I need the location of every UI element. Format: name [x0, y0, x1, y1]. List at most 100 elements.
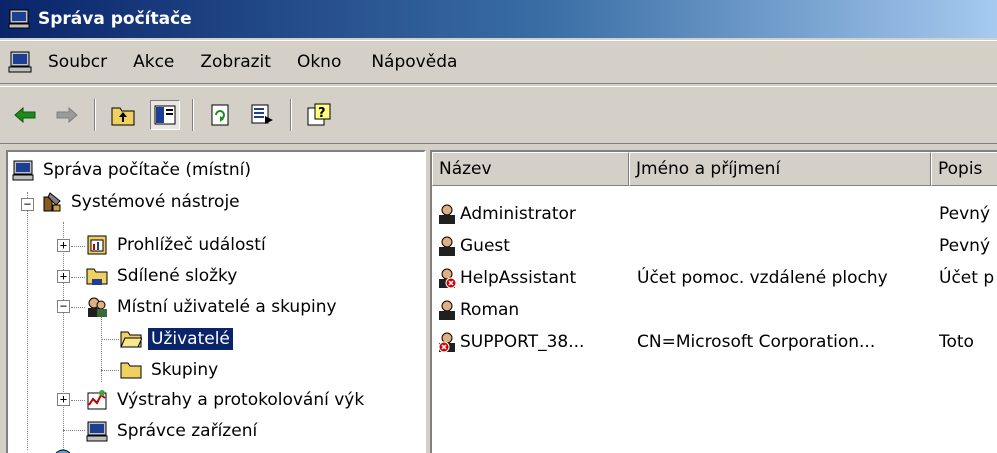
toolbar-separator: [94, 99, 96, 131]
expand-toggle[interactable]: +: [57, 270, 70, 283]
user-name: SUPPORT_38...: [460, 332, 585, 352]
user-description: Pevný: [939, 236, 990, 256]
tree-item-system-tools[interactable]: Systémové nástroje: [40, 187, 243, 217]
table-row[interactable]: Guest Pevný: [432, 230, 997, 262]
tree-label: Sdílené složky: [117, 266, 238, 286]
tree-connector: [71, 246, 85, 247]
user-description: Toto: [939, 332, 974, 352]
tree-connector: [101, 339, 119, 340]
table-row[interactable]: HelpAssistant Účet pomoc. vzdálené ploch…: [432, 262, 997, 294]
show-hide-tree-button[interactable]: [150, 100, 180, 130]
computer-icon: [12, 160, 34, 181]
tree-connector: [71, 277, 85, 278]
refresh-button[interactable]: [206, 100, 236, 130]
collapse-toggle[interactable]: −: [57, 300, 70, 313]
forward-arrow-icon: [56, 106, 78, 124]
tree-connector: [101, 312, 102, 382]
title-bar: Správa počítače: [0, 0, 997, 38]
user-name: Guest: [460, 236, 510, 256]
tree-item-device-manager[interactable]: Správce zařízení: [86, 416, 260, 446]
computer-management-icon: [8, 9, 30, 29]
tree-connector: [71, 307, 85, 308]
tree-connector: [101, 370, 119, 371]
column-header-description[interactable]: Popis: [931, 152, 997, 186]
tree-label: Systémové nástroje: [71, 192, 240, 212]
column-header-name[interactable]: Název: [432, 152, 629, 186]
open-folder-icon: [120, 331, 142, 348]
back-arrow-icon: [14, 106, 36, 124]
menu-file[interactable]: Soubcr: [46, 50, 109, 74]
users-list[interactable]: Název Jméno a příjmení Popis Administrat…: [430, 150, 997, 453]
column-header-label: Popis: [938, 159, 983, 179]
user-full-name: Účet pomoc. vzdálené plochy: [637, 268, 888, 288]
toolbar-separator: [192, 99, 194, 131]
tree-label: Prohlížeč událostí: [117, 235, 266, 255]
tree-label: Správce zařízení: [117, 421, 258, 441]
column-header-label: Název: [439, 159, 492, 179]
tree-item-groups[interactable]: Skupiny: [120, 355, 221, 385]
table-row[interactable]: Roman: [432, 294, 997, 326]
user-name: Roman: [460, 300, 520, 320]
menu-help[interactable]: Nápověda: [369, 50, 459, 74]
expand-toggle[interactable]: +: [57, 393, 70, 406]
user-icon: [439, 300, 455, 320]
column-header-label: Jméno a příjmení: [636, 159, 781, 179]
tree-connector: [71, 400, 85, 401]
tree-connector: [63, 430, 85, 431]
collapse-toggle[interactable]: −: [21, 198, 34, 211]
forward-button[interactable]: [52, 100, 82, 130]
disabled-user-icon: [439, 268, 457, 289]
tree-item-partial[interactable]: [52, 444, 80, 453]
folder-icon: [120, 362, 142, 379]
toolbar: ?: [0, 86, 997, 144]
console-tree[interactable]: Správa počítače (místní) − Systémové nás…: [6, 150, 426, 453]
column-header-full-name[interactable]: Jméno a příjmení: [629, 152, 931, 186]
export-list-button[interactable]: [248, 100, 278, 130]
menu-window[interactable]: Okno: [295, 50, 343, 74]
tree-item-users[interactable]: Uživatelé: [120, 324, 234, 354]
tree-connector: [63, 222, 64, 452]
shared-folder-icon: [86, 268, 108, 285]
user-full-name: CN=Microsoft Corporation...: [637, 332, 876, 352]
tree-item-performance-logs[interactable]: Výstrahy a protokolování výk: [86, 385, 367, 415]
users-groups-icon: [88, 297, 107, 317]
user-description: Účet p: [939, 268, 995, 288]
tree-label: Místní uživatelé a skupiny: [117, 297, 337, 317]
up-folder-icon: [111, 107, 135, 126]
device-manager-icon: [86, 421, 108, 442]
tree-item-computer-management[interactable]: Správa počítače (místní): [12, 155, 254, 185]
show-tree-icon: [154, 105, 176, 125]
table-row[interactable]: Administrator Pevný: [432, 198, 997, 230]
tree-item-event-viewer[interactable]: Prohlížeč událostí: [86, 230, 269, 260]
tree-connector: [27, 192, 28, 450]
user-name: Administrator: [460, 204, 576, 224]
tree-label: Uživatelé: [147, 327, 234, 351]
menu-action[interactable]: Akce: [131, 50, 176, 74]
up-one-level-button[interactable]: [108, 100, 138, 130]
disabled-user-icon: [438, 332, 455, 353]
help-icon: ?: [307, 103, 331, 126]
menu-bar: Soubcr Akce Zobrazit Okno Nápověda: [0, 40, 997, 84]
refresh-icon: [211, 104, 229, 126]
toolbar-separator: [290, 99, 292, 131]
user-icon: [439, 204, 455, 224]
back-button[interactable]: [10, 100, 40, 130]
user-icon: [439, 236, 455, 256]
tree-item-local-users-groups[interactable]: Místní uživatelé a skupiny: [86, 292, 340, 322]
system-menu-icon[interactable]: [8, 51, 32, 73]
table-row[interactable]: SUPPORT_38... CN=Microsoft Corporation..…: [432, 326, 997, 358]
expand-toggle[interactable]: +: [57, 239, 70, 252]
svg-text:?: ?: [318, 106, 326, 121]
tree-label: Skupiny: [151, 360, 219, 380]
system-tools-icon: [43, 192, 61, 212]
tree-label: Výstrahy a protokolování výk: [117, 390, 365, 410]
tree-item-shared-folders[interactable]: Sdílené složky: [86, 261, 240, 291]
storage-icon: [55, 449, 71, 453]
tree-label: Správa počítače (místní): [43, 160, 251, 180]
menu-view[interactable]: Zobrazit: [198, 50, 273, 74]
event-viewer-icon: [87, 235, 107, 255]
help-button[interactable]: ?: [304, 100, 334, 130]
performance-logs-icon: [87, 390, 107, 410]
export-list-icon: [251, 104, 273, 124]
user-name: HelpAssistant: [460, 268, 577, 288]
